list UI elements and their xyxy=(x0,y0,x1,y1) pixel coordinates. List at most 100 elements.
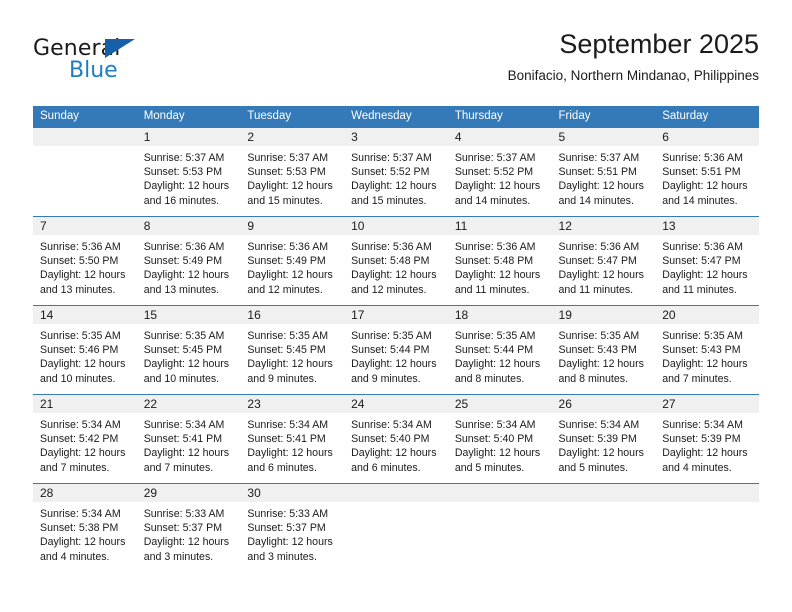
daylight-text-line1: Daylight: 12 hours xyxy=(143,536,230,549)
daylight-text-line1: Daylight: 12 hours xyxy=(454,358,541,371)
day-details: Sunrise: 5:35 AM Sunset: 5:45 PM Daylight:… xyxy=(240,324,344,386)
calendar-day-cell[interactable]: 10 Sunrise: 5:36 AM Sunset: 5:48 PM Dayligh… xyxy=(344,216,448,306)
day-details: Sunrise: 5:36 AM Sunset: 5:47 PM Daylight:… xyxy=(655,235,759,297)
daylight-text-line1: Daylight: 12 hours xyxy=(454,180,541,193)
daylight-text-line1: Daylight: 12 hours xyxy=(351,447,437,460)
daylight-text-line1: Daylight: 12 hours xyxy=(662,447,748,460)
day-details: Sunrise: 5:35 AM Sunset: 5:44 PM Daylight:… xyxy=(448,324,552,386)
sunrise-text: Sunrise: 5:36 AM xyxy=(662,241,743,253)
day-cell-inner: 26 Sunrise: 5:34 AM Sunset: 5:39 PM Dayligh… xyxy=(551,395,656,483)
sunset-text: Sunset: 5:39 PM xyxy=(558,433,637,446)
day-number xyxy=(551,484,656,502)
calendar-day-cell xyxy=(344,484,448,573)
daylight-text-line2: and 15 minutes. xyxy=(351,194,427,207)
calendar-day-cell[interactable]: 20 Sunrise: 5:35 AM Sunset: 5:43 PM Dayligh… xyxy=(655,305,759,395)
calendar-day-cell[interactable]: 17 Sunrise: 5:35 AM Sunset: 5:44 PM Dayligh… xyxy=(344,305,448,395)
calendar-day-cell[interactable]: 16 Sunrise: 5:35 AM Sunset: 5:45 PM Dayligh… xyxy=(240,305,345,395)
daylight-text-line1: Daylight: 12 hours xyxy=(351,358,437,371)
sunset-text: Sunset: 5:39 PM xyxy=(662,433,741,446)
calendar-day-cell[interactable]: 2 Sunrise: 5:37 AM Sunset: 5:53 PM Daylight… xyxy=(240,128,345,217)
calendar-day-cell[interactable]: 1 Sunrise: 5:37 AM Sunset: 5:53 PM Daylight… xyxy=(136,128,241,217)
daylight-text-line2: and 16 minutes. xyxy=(143,194,220,207)
day-number: 24 xyxy=(344,395,448,413)
calendar-day-cell[interactable]: 28 Sunrise: 5:34 AM Sunset: 5:38 PM Dayligh… xyxy=(33,484,137,573)
day-number xyxy=(344,484,448,502)
day-cell-inner: 20 Sunrise: 5:35 AM Sunset: 5:43 PM Dayligh… xyxy=(655,306,759,394)
daylight-text-line1: Daylight: 12 hours xyxy=(351,269,437,282)
calendar-day-cell[interactable]: 12 Sunrise: 5:36 AM Sunset: 5:47 PM Dayligh… xyxy=(551,216,656,306)
day-details: Sunrise: 5:36 AM Sunset: 5:49 PM Daylight:… xyxy=(137,235,241,297)
daylight-text-line2: and 6 minutes. xyxy=(247,461,317,474)
logo-text-blue: Blue xyxy=(69,58,118,83)
calendar-day-cell[interactable]: 26 Sunrise: 5:34 AM Sunset: 5:39 PM Dayligh… xyxy=(551,394,656,484)
day-details: Sunrise: 5:34 AM Sunset: 5:38 PM Daylight:… xyxy=(33,502,137,564)
daylight-text-line1: Daylight: 12 hours xyxy=(662,269,748,282)
daylight-text-line2: and 9 minutes. xyxy=(247,372,317,385)
daylight-text-line1: Daylight: 12 hours xyxy=(247,358,333,371)
calendar-day-cell xyxy=(447,484,552,573)
sunset-text: Sunset: 5:37 PM xyxy=(143,522,223,535)
calendar-day-cell[interactable]: 14 Sunrise: 5:35 AM Sunset: 5:46 PM Dayligh… xyxy=(33,305,137,395)
sunset-text: Sunset: 5:41 PM xyxy=(247,433,326,446)
day-details: Sunrise: 5:36 AM Sunset: 5:51 PM Daylight:… xyxy=(655,146,759,208)
day-cell-inner: 17 Sunrise: 5:35 AM Sunset: 5:44 PM Dayligh… xyxy=(344,306,448,394)
calendar-day-cell[interactable]: 24 Sunrise: 5:34 AM Sunset: 5:40 PM Dayligh… xyxy=(344,394,448,484)
sunrise-text: Sunrise: 5:36 AM xyxy=(143,241,225,253)
general-blue-logo: General Blue xyxy=(33,36,173,88)
calendar-day-cell[interactable]: 23 Sunrise: 5:34 AM Sunset: 5:41 PM Dayligh… xyxy=(240,394,345,484)
daylight-text-line1: Daylight: 12 hours xyxy=(247,447,333,460)
sunrise-text: Sunrise: 5:35 AM xyxy=(558,330,640,342)
day-details: Sunrise: 5:34 AM Sunset: 5:39 PM Daylight:… xyxy=(655,413,759,475)
daylight-text-line2: and 7 minutes. xyxy=(40,461,110,474)
calendar-day-cell[interactable]: 18 Sunrise: 5:35 AM Sunset: 5:44 PM Dayligh… xyxy=(447,305,552,395)
calendar-day-cell[interactable]: 13 Sunrise: 5:36 AM Sunset: 5:47 PM Dayligh… xyxy=(655,216,759,306)
sunrise-text: Sunrise: 5:37 AM xyxy=(351,152,432,164)
daylight-text-line1: Daylight: 12 hours xyxy=(351,180,437,193)
sunset-text: Sunset: 5:42 PM xyxy=(40,433,119,446)
calendar-day-cell[interactable]: 3 Sunrise: 5:37 AM Sunset: 5:52 PM Daylight… xyxy=(344,128,448,217)
daylight-text-line1: Daylight: 12 hours xyxy=(143,358,230,371)
calendar-day-cell[interactable]: 19 Sunrise: 5:35 AM Sunset: 5:43 PM Dayligh… xyxy=(551,305,656,395)
calendar-day-cell[interactable]: 25 Sunrise: 5:34 AM Sunset: 5:40 PM Dayligh… xyxy=(447,394,552,484)
day-details: Sunrise: 5:36 AM Sunset: 5:50 PM Daylight:… xyxy=(33,235,137,297)
day-details: Sunrise: 5:35 AM Sunset: 5:46 PM Daylight:… xyxy=(33,324,137,386)
title-block: September 2025 Bonifacio, Northern Minda… xyxy=(508,28,759,84)
calendar-day-cell[interactable]: 5 Sunrise: 5:37 AM Sunset: 5:51 PM Daylight… xyxy=(551,128,656,217)
day-cell-inner xyxy=(447,484,552,572)
day-cell-inner: 12 Sunrise: 5:36 AM Sunset: 5:47 PM Dayligh… xyxy=(551,217,656,305)
sunrise-text: Sunrise: 5:33 AM xyxy=(143,508,225,520)
calendar-day-cell[interactable]: 6 Sunrise: 5:36 AM Sunset: 5:51 PM Daylight… xyxy=(655,128,759,217)
day-number: 8 xyxy=(136,217,241,235)
sunset-text: Sunset: 5:40 PM xyxy=(351,433,430,446)
daylight-text-line2: and 13 minutes. xyxy=(40,283,116,296)
calendar-day-cell[interactable]: 22 Sunrise: 5:34 AM Sunset: 5:41 PM Dayligh… xyxy=(136,394,241,484)
day-number: 21 xyxy=(33,395,137,413)
calendar-day-cell[interactable]: 8 Sunrise: 5:36 AM Sunset: 5:49 PM Daylight… xyxy=(136,216,241,306)
calendar-day-cell[interactable]: 11 Sunrise: 5:36 AM Sunset: 5:48 PM Dayligh… xyxy=(447,216,552,306)
calendar-week-row: 14 Sunrise: 5:35 AM Sunset: 5:46 PM Dayligh… xyxy=(33,305,759,395)
calendar-day-cell[interactable]: 7 Sunrise: 5:36 AM Sunset: 5:50 PM Daylight… xyxy=(33,216,137,306)
calendar-day-cell[interactable]: 21 Sunrise: 5:34 AM Sunset: 5:42 PM Dayligh… xyxy=(33,394,137,484)
day-details: Sunrise: 5:36 AM Sunset: 5:49 PM Daylight:… xyxy=(240,235,344,297)
daylight-text-line2: and 10 minutes. xyxy=(40,372,116,385)
calendar-day-cell[interactable]: 29 Sunrise: 5:33 AM Sunset: 5:37 PM Dayligh… xyxy=(136,484,241,573)
day-details: Sunrise: 5:37 AM Sunset: 5:52 PM Daylight:… xyxy=(448,146,552,208)
day-number: 11 xyxy=(447,217,552,235)
calendar-day-cell[interactable]: 15 Sunrise: 5:35 AM Sunset: 5:45 PM Dayligh… xyxy=(136,305,241,395)
calendar-week-row: 21 Sunrise: 5:34 AM Sunset: 5:42 PM Dayligh… xyxy=(33,394,759,484)
sunset-text: Sunset: 5:47 PM xyxy=(662,255,741,268)
calendar-day-cell[interactable]: 27 Sunrise: 5:34 AM Sunset: 5:39 PM Dayligh… xyxy=(655,394,759,484)
day-cell-inner: 7 Sunrise: 5:36 AM Sunset: 5:50 PM Daylight… xyxy=(33,217,137,305)
sunset-text: Sunset: 5:53 PM xyxy=(247,166,326,179)
sunset-text: Sunset: 5:53 PM xyxy=(143,166,223,179)
day-cell-inner: 18 Sunrise: 5:35 AM Sunset: 5:44 PM Dayligh… xyxy=(447,306,552,394)
calendar-day-cell[interactable]: 9 Sunrise: 5:36 AM Sunset: 5:49 PM Daylight… xyxy=(240,216,345,306)
sunset-text: Sunset: 5:43 PM xyxy=(558,344,637,357)
day-cell-inner xyxy=(551,484,656,572)
sunrise-text: Sunrise: 5:37 AM xyxy=(454,152,536,164)
calendar-week-row: 1 Sunrise: 5:37 AM Sunset: 5:53 PM Daylight… xyxy=(33,128,759,217)
day-details: Sunrise: 5:34 AM Sunset: 5:42 PM Daylight:… xyxy=(33,413,137,475)
calendar-day-cell[interactable]: 30 Sunrise: 5:33 AM Sunset: 5:37 PM Dayligh… xyxy=(240,484,345,573)
page-header: General Blue September 2025 Bonifacio, N… xyxy=(33,28,759,98)
calendar-day-cell[interactable]: 4 Sunrise: 5:37 AM Sunset: 5:52 PM Daylight… xyxy=(447,128,552,217)
